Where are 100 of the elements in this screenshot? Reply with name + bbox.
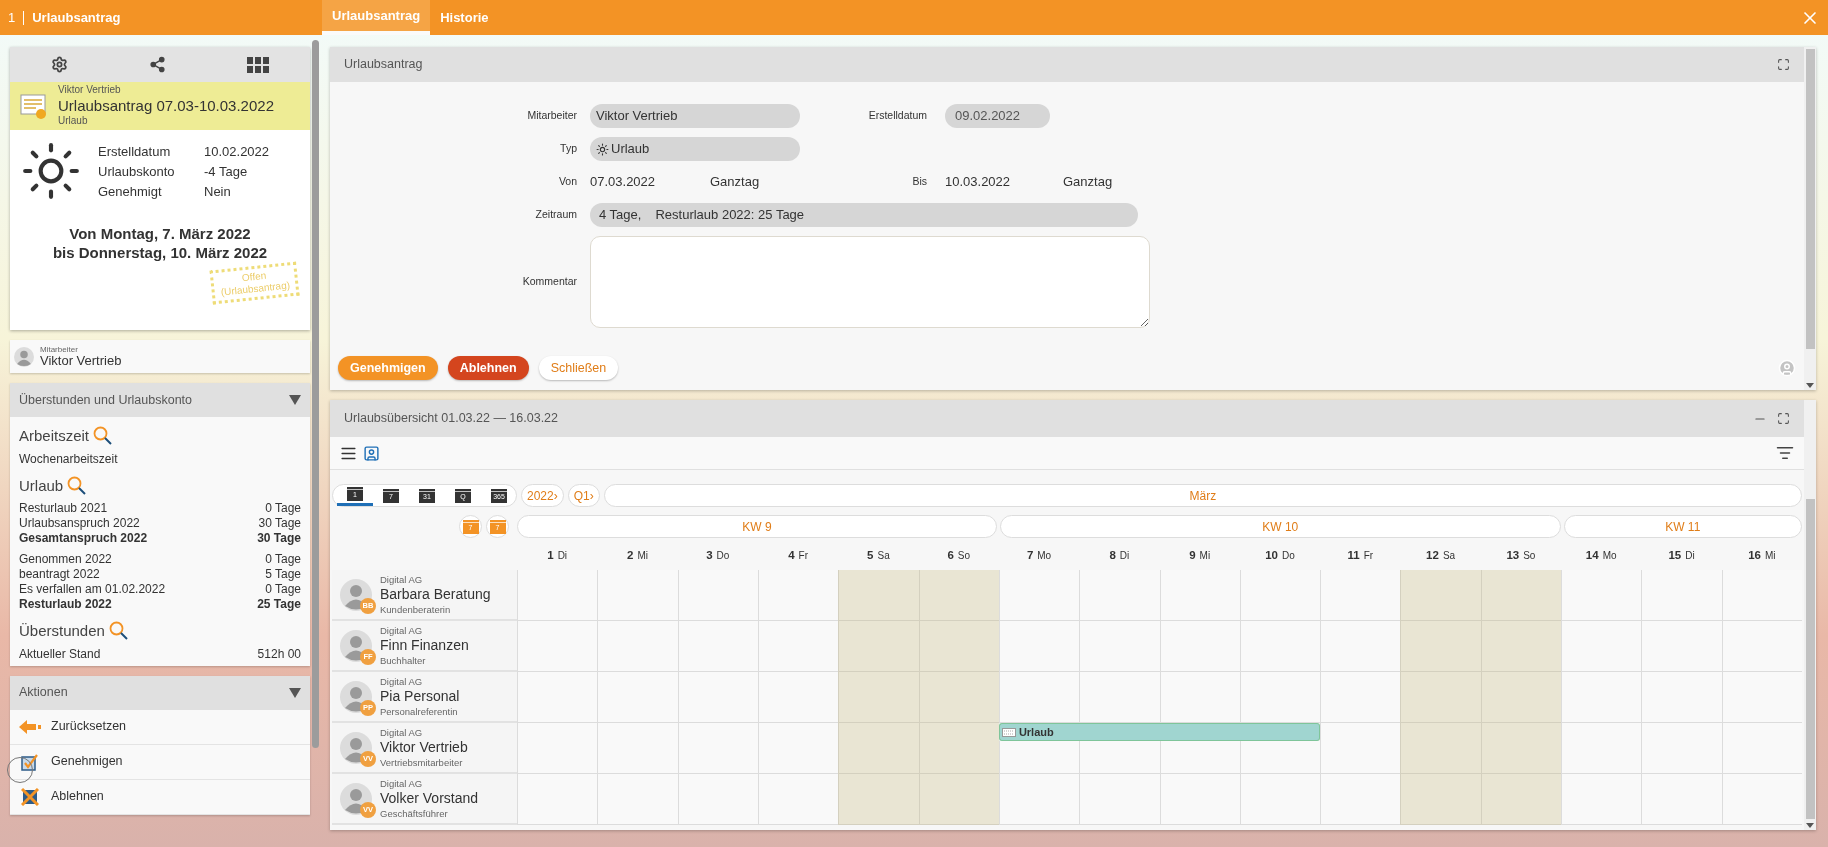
day-cell[interactable] [998, 621, 1080, 672]
day-cell[interactable] [1561, 570, 1642, 621]
day-cell[interactable] [597, 570, 678, 621]
employee-field[interactable]: Viktor Vertrieb [590, 104, 800, 128]
day-cell[interactable] [838, 570, 919, 621]
comment-field[interactable] [590, 236, 1150, 328]
period-field[interactable]: 4 Tage, Resturlaub 2022: 25 Tage [590, 203, 1138, 227]
day-cell[interactable] [838, 621, 919, 672]
day-cell[interactable] [1721, 621, 1802, 672]
day-cell[interactable] [517, 621, 598, 672]
day-cell[interactable] [1721, 723, 1802, 774]
day-cell[interactable] [838, 672, 919, 723]
employee-card[interactable]: Mitarbeiter Viktor Vertrieb [10, 340, 310, 373]
day-cell[interactable] [1239, 672, 1321, 723]
day-cell[interactable] [998, 570, 1080, 621]
day-cell[interactable] [1159, 672, 1240, 723]
day-cell[interactable] [1641, 570, 1722, 621]
day-cell[interactable] [597, 672, 678, 723]
day-cell[interactable] [1641, 774, 1722, 825]
day-cell[interactable] [1561, 672, 1642, 723]
day-cell[interactable] [1400, 672, 1481, 723]
day-cell[interactable] [1079, 774, 1160, 825]
day-cell[interactable] [597, 774, 678, 825]
action-item[interactable]: Ablehnen [10, 779, 310, 815]
day-cell[interactable] [1641, 723, 1722, 774]
scrollbar[interactable] [312, 40, 319, 748]
day-cell[interactable] [597, 723, 678, 774]
day-cell[interactable] [1480, 723, 1562, 774]
day-cell[interactable] [517, 723, 598, 774]
day-cell[interactable] [1480, 774, 1562, 825]
day-cell[interactable] [517, 570, 598, 621]
day-cell[interactable] [838, 723, 919, 774]
day-cell[interactable] [838, 774, 919, 825]
day-cell[interactable] [517, 774, 598, 825]
day-cell[interactable] [1641, 672, 1722, 723]
day-cell[interactable] [757, 672, 839, 723]
day-cell[interactable] [1079, 570, 1160, 621]
day-cell[interactable] [1561, 774, 1642, 825]
day-cell[interactable] [918, 723, 999, 774]
day-cell[interactable] [1159, 741, 1240, 774]
day-cell[interactable] [677, 723, 758, 774]
day-cell[interactable] [1400, 774, 1481, 825]
day-cell[interactable] [998, 741, 1080, 774]
day-cell[interactable] [1721, 672, 1802, 723]
day-cell[interactable] [1320, 774, 1401, 825]
share-icon[interactable] [149, 56, 166, 73]
day-cell[interactable] [1480, 570, 1562, 621]
day-cell[interactable] [597, 621, 678, 672]
day-cell[interactable] [1480, 672, 1562, 723]
scroll-down-icon[interactable] [1806, 383, 1814, 388]
day-cell[interactable] [1320, 723, 1401, 774]
day-cell[interactable] [757, 774, 839, 825]
day-cell[interactable] [918, 774, 999, 825]
day-cell[interactable] [1159, 570, 1240, 621]
absence-bar[interactable]: Urlaub [998, 723, 1080, 741]
caret-icon[interactable] [289, 687, 301, 698]
day-cell[interactable] [1079, 672, 1160, 723]
day-cell[interactable] [1159, 774, 1240, 825]
day-cell[interactable] [757, 570, 839, 621]
day-cell[interactable] [1239, 741, 1321, 774]
search-icon[interactable] [108, 621, 129, 642]
settings-icon[interactable] [50, 56, 68, 73]
filter-icon[interactable] [1776, 444, 1794, 462]
day-cell[interactable] [677, 570, 758, 621]
type-field[interactable]: Urlaub [590, 137, 800, 161]
day-cell[interactable] [757, 621, 839, 672]
day-cell[interactable] [1400, 621, 1481, 672]
day-cell[interactable] [918, 672, 999, 723]
day-cell[interactable] [1239, 570, 1321, 621]
created-date-field[interactable]: 09.02.2022 [945, 104, 1050, 128]
day-cell[interactable] [677, 672, 758, 723]
day-cell[interactable] [1721, 570, 1802, 621]
day-cell[interactable] [1239, 774, 1321, 825]
expand-icon[interactable] [1777, 412, 1790, 425]
day-cell[interactable] [757, 723, 839, 774]
day-cell[interactable] [918, 621, 999, 672]
scrollbar[interactable] [1805, 49, 1815, 349]
caret-icon[interactable] [289, 395, 301, 405]
grid-icon[interactable] [247, 56, 270, 73]
day-cell[interactable] [517, 672, 598, 723]
search-icon[interactable] [93, 426, 114, 447]
day-cell[interactable] [1641, 621, 1722, 672]
day-cell[interactable] [677, 621, 758, 672]
day-cell[interactable] [1721, 774, 1802, 825]
panel-header[interactable]: Überstunden und Urlaubskonto [10, 383, 310, 417]
day-cell[interactable] [1320, 570, 1401, 621]
search-icon[interactable] [67, 475, 88, 496]
day-cell[interactable] [1561, 723, 1642, 774]
day-cell[interactable] [1079, 741, 1160, 774]
day-cell[interactable] [1079, 621, 1160, 672]
contact-card-icon[interactable] [363, 444, 380, 462]
day-cell[interactable] [918, 570, 999, 621]
day-cell[interactable] [1159, 621, 1240, 672]
action-button[interactable]: Ablehnen [447, 356, 529, 380]
day-cell[interactable] [677, 774, 758, 825]
action-item[interactable]: Zurücksetzen [10, 709, 310, 745]
day-cell[interactable] [1400, 570, 1481, 621]
day-cell[interactable] [998, 672, 1080, 723]
scrollbar[interactable] [1805, 499, 1815, 819]
absence-bar[interactable] [1239, 723, 1321, 741]
